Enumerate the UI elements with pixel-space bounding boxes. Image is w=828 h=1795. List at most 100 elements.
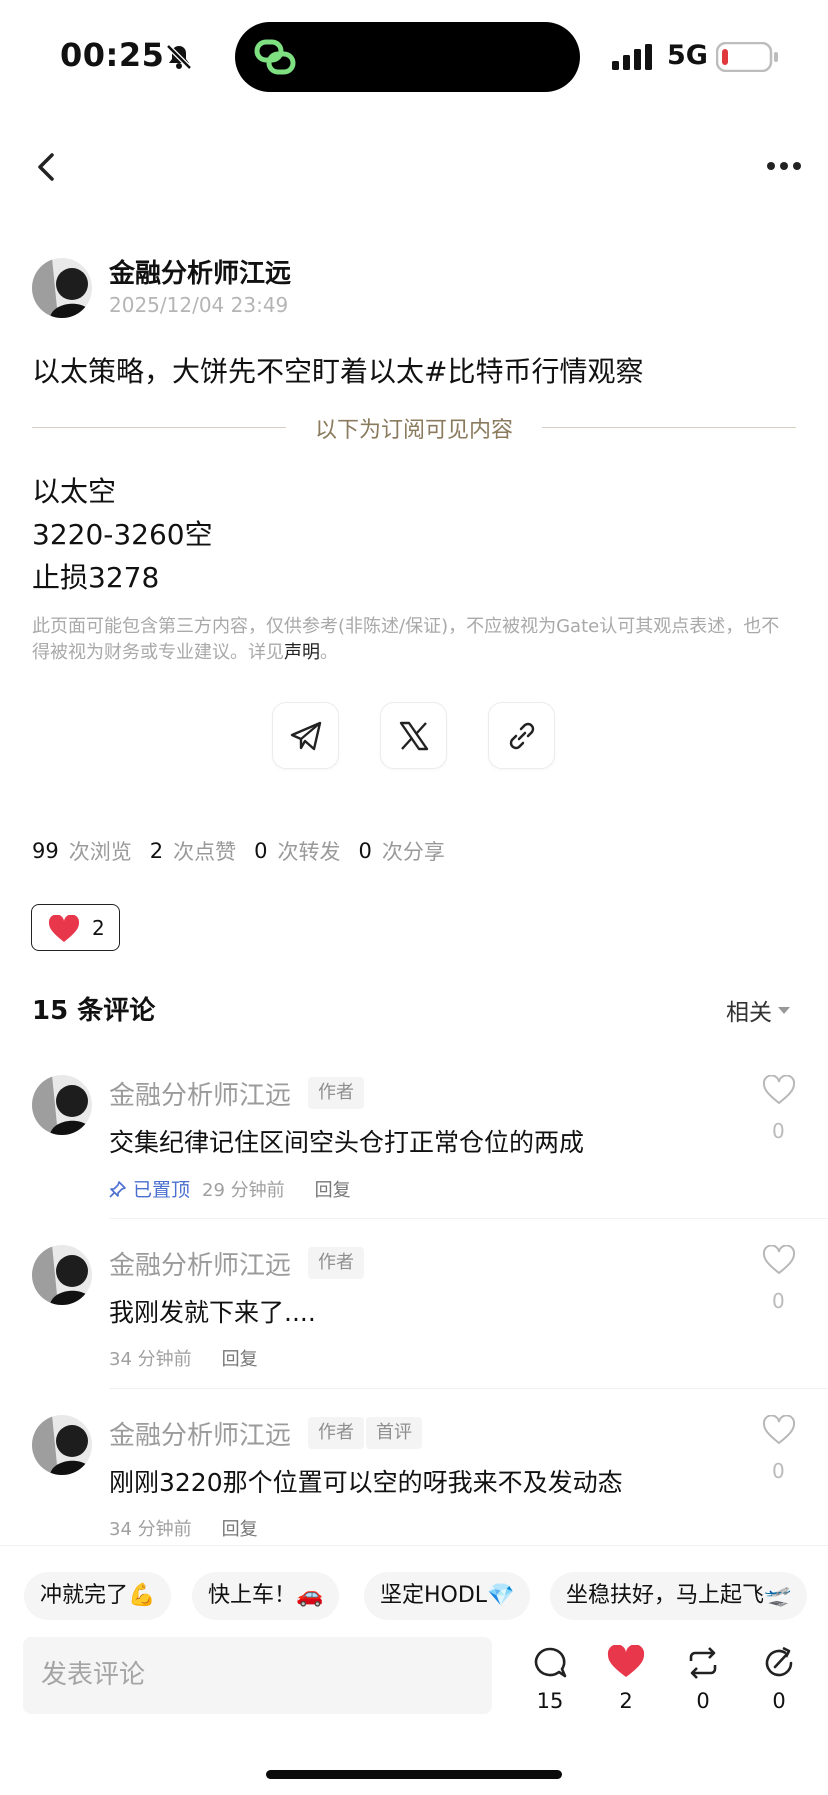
reply-button[interactable]: 回复 <box>222 1345 258 1371</box>
shares-label: 次分享 <box>381 840 445 864</box>
comment-item: 金融分析师江远 作者 首评 刚刚3220那个位置可以空的呀我来不及发动态 34 … <box>0 1415 828 1545</box>
share-telegram-button[interactable] <box>272 702 339 769</box>
author-tag: 作者 <box>308 1077 364 1109</box>
comment-like-count: 0 <box>772 1459 785 1483</box>
heart-outline-icon[interactable] <box>762 1075 796 1105</box>
reply-button[interactable]: 回复 <box>315 1176 351 1202</box>
dynamic-island <box>235 22 580 92</box>
quick-reply-chip[interactable]: 坚定HODL💎 <box>364 1572 531 1620</box>
status-time: 00:25 <box>60 36 165 74</box>
comment-item: 金融分析师江远 作者 交集纪律记住区间空头仓打正常仓位的两成 已置顶 29 分钟… <box>0 1075 828 1225</box>
caret-down-icon[interactable] <box>777 1006 791 1015</box>
reposts-label: 次转发 <box>277 840 341 864</box>
link-icon <box>509 722 534 749</box>
sort-selector[interactable]: 相关 <box>726 993 772 1027</box>
subscriber-divider-text: 以下为订阅可见内容 <box>314 418 513 443</box>
post-title: 以太策略，大饼先不空盯着以太#比特币行情观察 <box>32 355 644 388</box>
post-date: 2025/12/04 23:49 <box>109 293 289 317</box>
x-logo-icon <box>399 721 428 750</box>
post-body-line-2: 3220-3260空 <box>32 518 213 551</box>
comment-author-name[interactable]: 金融分析师江远 <box>109 1415 291 1452</box>
share-x-button[interactable] <box>380 702 447 769</box>
comment-time: 34 分钟前 <box>109 1349 192 1370</box>
comment-author-name[interactable]: 金融分析师江远 <box>109 1245 291 1282</box>
comment-avatar[interactable] <box>32 1075 92 1135</box>
comment-divider <box>109 1218 828 1219</box>
comment-item: 金融分析师江远 作者 我刚发就下来了.... 34 分钟前 回复 0 <box>0 1245 828 1395</box>
comment-time: 29 分钟前 <box>202 1179 285 1201</box>
comment-text: 我刚发就下来了.... <box>109 1298 316 1327</box>
heart-filled-icon <box>48 915 80 942</box>
copy-link-button[interactable] <box>488 702 555 769</box>
shares-count: 0 <box>358 839 372 863</box>
comment-avatar[interactable] <box>32 1245 92 1305</box>
status-bar: 00:25 5G <box>0 0 828 110</box>
comments-title: 15 条评论 <box>32 996 156 1026</box>
comment-divider <box>109 1388 828 1389</box>
like-action-button[interactable] <box>601 1644 651 1683</box>
reply-button[interactable]: 回复 <box>222 1515 258 1541</box>
home-indicator <box>266 1770 562 1779</box>
reaction-like-count: 2 <box>92 916 105 940</box>
avatar-portrait-icon <box>32 258 92 318</box>
heart-outline-icon[interactable] <box>762 1245 796 1275</box>
back-icon[interactable] <box>34 150 60 184</box>
avatar-portrait-icon <box>32 1415 92 1475</box>
comment-action-button[interactable] <box>525 1645 575 1685</box>
likes-label: 次点赞 <box>173 840 237 864</box>
first-comment-tag: 首评 <box>366 1417 422 1449</box>
comment-text: 刚刚3220那个位置可以空的呀我来不及发动态 <box>109 1468 623 1497</box>
comment-text: 交集纪律记住区间空头仓打正常仓位的两成 <box>109 1128 585 1157</box>
repost-action-count: 0 <box>696 1689 710 1713</box>
like-action-count: 2 <box>619 1689 633 1713</box>
comment-author-name[interactable]: 金融分析师江远 <box>109 1075 291 1112</box>
author-tag: 作者 <box>308 1247 364 1279</box>
disclaimer: 此页面可能包含第三方内容，仅供参考(非陈述/保证)，不应被视为Gate认可其观点… <box>32 614 796 666</box>
quick-reply-chip[interactable]: 冲就完了💪 <box>24 1572 172 1620</box>
comment-icon <box>534 1647 567 1678</box>
comment-action-count: 15 <box>536 1689 564 1713</box>
author-avatar[interactable] <box>32 258 92 318</box>
heart-outline-icon[interactable] <box>762 1415 796 1445</box>
comment-avatar[interactable] <box>32 1415 92 1475</box>
quick-reply-chip[interactable]: 坐稳扶好，马上起飞🛫 <box>550 1572 808 1620</box>
divider-line-right <box>542 427 796 428</box>
subscriber-divider: 以下为订阅可见内容 <box>32 412 796 443</box>
reaction-like-chip[interactable]: 2 <box>31 904 120 951</box>
comment-like-count: 0 <box>772 1289 785 1313</box>
author-tag: 作者 <box>308 1417 364 1449</box>
repost-icon <box>689 1647 717 1679</box>
bell-muted-icon <box>166 44 192 70</box>
more-options-icon[interactable] <box>766 160 802 172</box>
avatar-portrait-icon <box>32 1075 92 1135</box>
disclaimer-link[interactable]: 声明 <box>284 642 320 663</box>
disclaimer-end: 。 <box>320 642 338 663</box>
comment-meta: 34 分钟前 回复 <box>109 1345 258 1371</box>
disclaimer-text: 此页面可能包含第三方内容，仅供参考(非陈述/保证)，不应被视为Gate认可其观点… <box>32 616 780 663</box>
share-action-button[interactable] <box>754 1645 804 1685</box>
likes-count: 2 <box>149 839 164 863</box>
battery-low-icon <box>716 42 778 72</box>
pin-icon <box>109 1180 126 1198</box>
quick-reply-chip[interactable]: 快上车！🚗 <box>192 1572 340 1620</box>
comment-like-count: 0 <box>772 1119 785 1143</box>
comment-meta: 已置顶 29 分钟前 回复 <box>109 1175 351 1202</box>
reposts-count: 0 <box>254 839 268 863</box>
avatar-portrait-icon <box>32 1245 92 1305</box>
comment-meta: 34 分钟前 回复 <box>109 1515 258 1541</box>
heart-icon <box>607 1644 645 1677</box>
post-body-line-1: 以太空 <box>32 475 117 508</box>
share-icon <box>765 1646 793 1677</box>
repost-action-button[interactable] <box>678 1645 728 1685</box>
comment-time: 34 分钟前 <box>109 1519 192 1540</box>
share-action-count: 0 <box>772 1689 786 1713</box>
comment-input[interactable]: 发表评论 <box>23 1637 492 1714</box>
post-body-line-3: 止损3278 <box>32 561 160 594</box>
pinned-label: 已置顶 <box>133 1179 191 1201</box>
telegram-icon <box>290 721 321 750</box>
author-name[interactable]: 金融分析师江远 <box>109 253 291 290</box>
network-label: 5G <box>667 40 708 71</box>
signal-icon <box>612 44 652 70</box>
link-app-icon <box>254 39 296 75</box>
post-stats: 99 次浏览 2 次点赞 0 次转发 0 次分享 <box>32 836 463 866</box>
